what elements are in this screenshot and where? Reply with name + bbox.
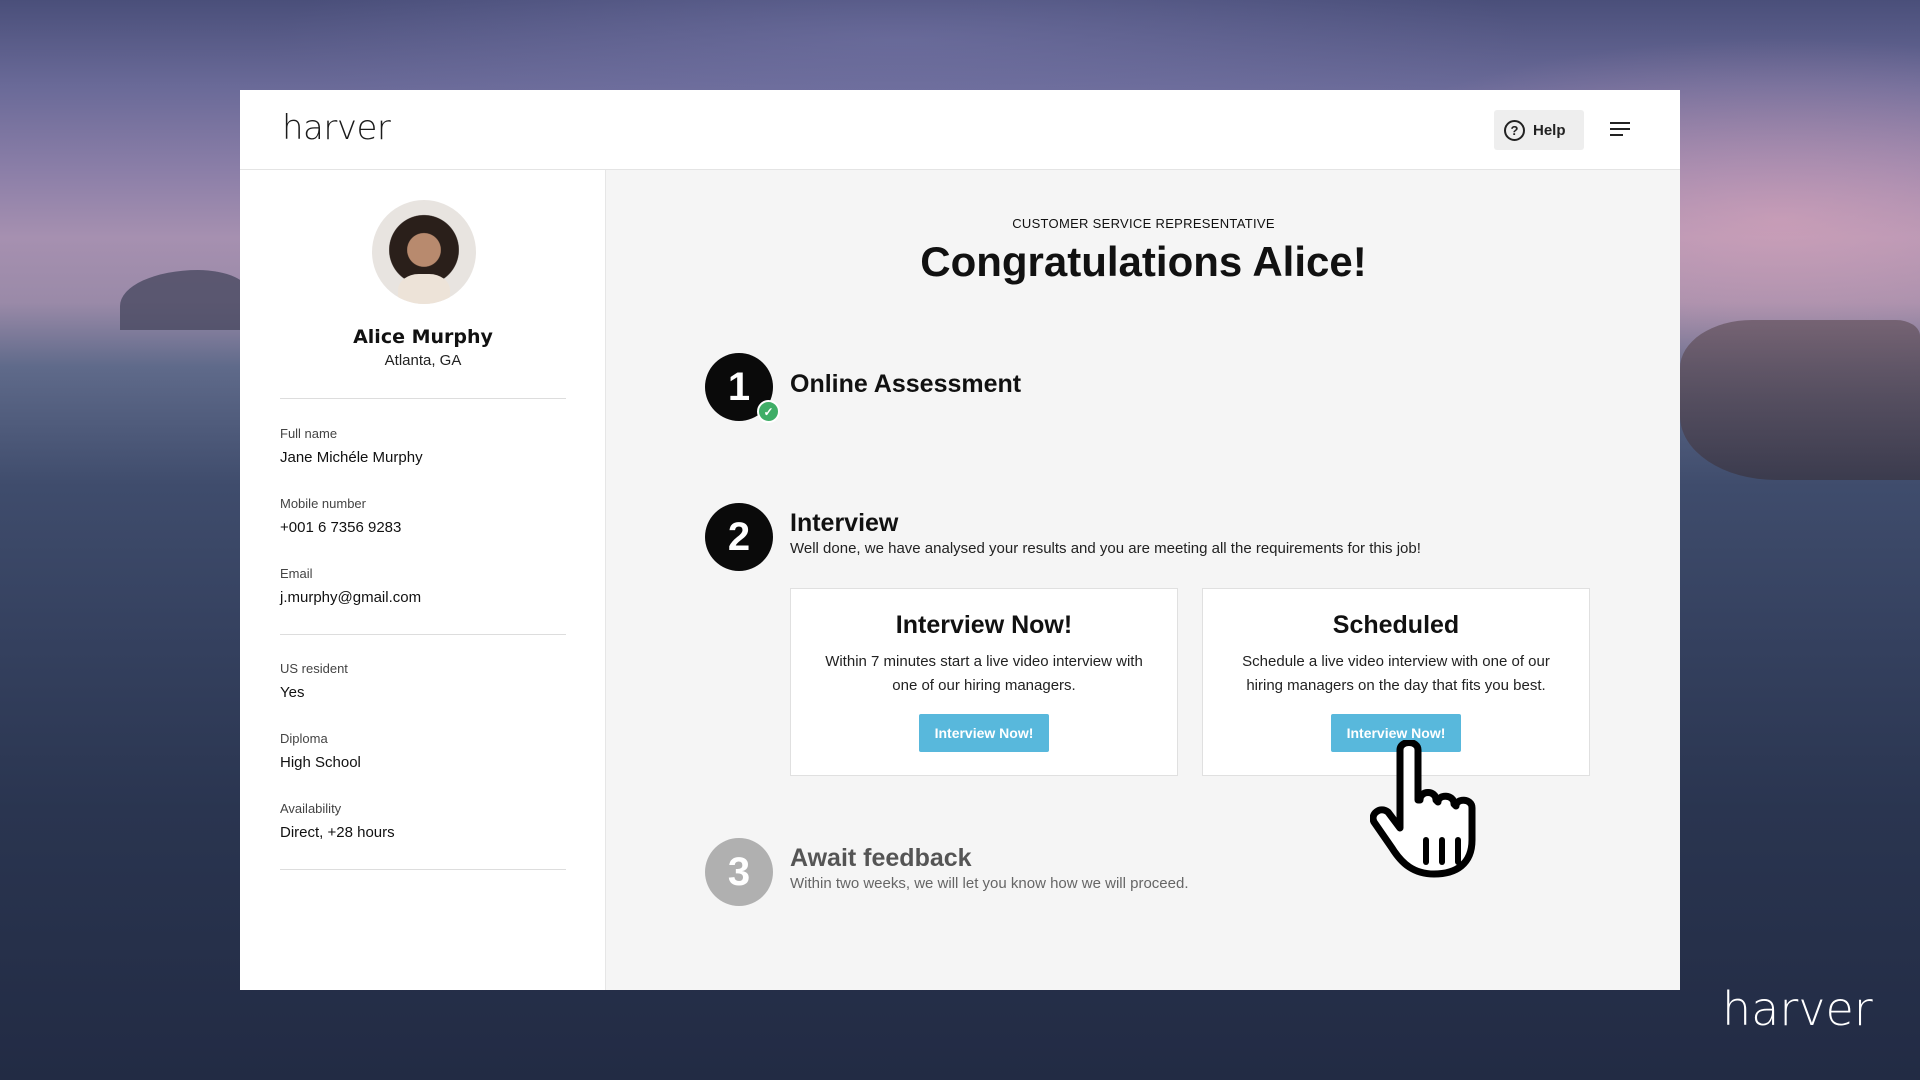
- top-bar: harver ? Help: [240, 90, 1680, 170]
- card-title: Scheduled: [1332, 611, 1460, 639]
- field-label: Full name: [280, 426, 338, 441]
- card-interview-now: Interview Now! Within 7 minutes start a …: [790, 588, 1178, 776]
- step-title-await-feedback: Await feedback: [790, 844, 972, 872]
- step-number-2: 2: [705, 503, 773, 571]
- harver-watermark-logo: harver: [1722, 982, 1873, 1036]
- divider: [280, 869, 566, 870]
- step-title-online-assessment: Online Assessment: [790, 370, 1022, 398]
- profile-sidebar: Alice Murphy Atlanta, GA Full name Jane …: [240, 170, 606, 990]
- field-label: Availability: [280, 801, 342, 816]
- field-us-resident: US resident Yes: [280, 661, 348, 701]
- step-description-await-feedback: Within two weeks, we will let you know h…: [790, 875, 1189, 892]
- card-text: Schedule a live video interview with one…: [1242, 653, 1550, 694]
- step-number-3: 3: [705, 838, 773, 906]
- help-label: Help: [1533, 121, 1566, 139]
- background-cliff-right: [1680, 320, 1920, 480]
- field-label: Mobile number: [280, 496, 366, 511]
- card-title: Interview Now!: [895, 611, 1073, 639]
- page-title: Congratulations Alice!: [920, 238, 1367, 285]
- field-label: Diploma: [280, 731, 328, 746]
- divider: [280, 634, 566, 635]
- avatar: [372, 200, 476, 304]
- field-value: +001 6 7356 9283: [280, 519, 402, 536]
- field-availability: Availability Direct, +28 hours: [280, 801, 395, 841]
- pointer-hand-icon: [1370, 740, 1476, 878]
- card-text: Within 7 minutes start a live video inte…: [825, 653, 1143, 694]
- job-title: CUSTOMER SERVICE REPRESENTATIVE: [1012, 216, 1275, 231]
- step-title-interview: Interview: [790, 509, 899, 537]
- interview-now-button[interactable]: Interview Now!: [918, 714, 1050, 752]
- hamburger-menu-icon[interactable]: [1610, 122, 1630, 138]
- field-full-name: Full name Jane Michéle Murphy: [280, 426, 423, 466]
- field-value: Direct, +28 hours: [280, 824, 395, 841]
- help-button[interactable]: ? Help: [1494, 110, 1584, 150]
- field-label: Email: [280, 566, 313, 581]
- step-description-interview: Well done, we have analysed your results…: [790, 540, 1421, 557]
- field-label: US resident: [280, 661, 348, 676]
- main-content: CUSTOMER SERVICE REPRESENTATIVE Congratu…: [607, 170, 1680, 990]
- field-diploma: Diploma High School: [280, 731, 361, 771]
- check-icon: ✓: [757, 400, 780, 423]
- question-circle-icon: ?: [1504, 119, 1525, 141]
- profile-name: Alice Murphy: [353, 326, 493, 348]
- divider: [280, 398, 566, 399]
- field-value: Jane Michéle Murphy: [280, 449, 423, 466]
- field-mobile-number: Mobile number +001 6 7356 9283: [280, 496, 401, 536]
- harver-logo[interactable]: harver: [282, 108, 391, 148]
- field-value: High School: [280, 754, 361, 771]
- field-value: j.murphy@gmail.com: [280, 589, 422, 606]
- field-value: Yes: [280, 684, 305, 701]
- field-email: Email j.murphy@gmail.com: [280, 566, 421, 606]
- profile-location: Atlanta, GA: [384, 352, 462, 369]
